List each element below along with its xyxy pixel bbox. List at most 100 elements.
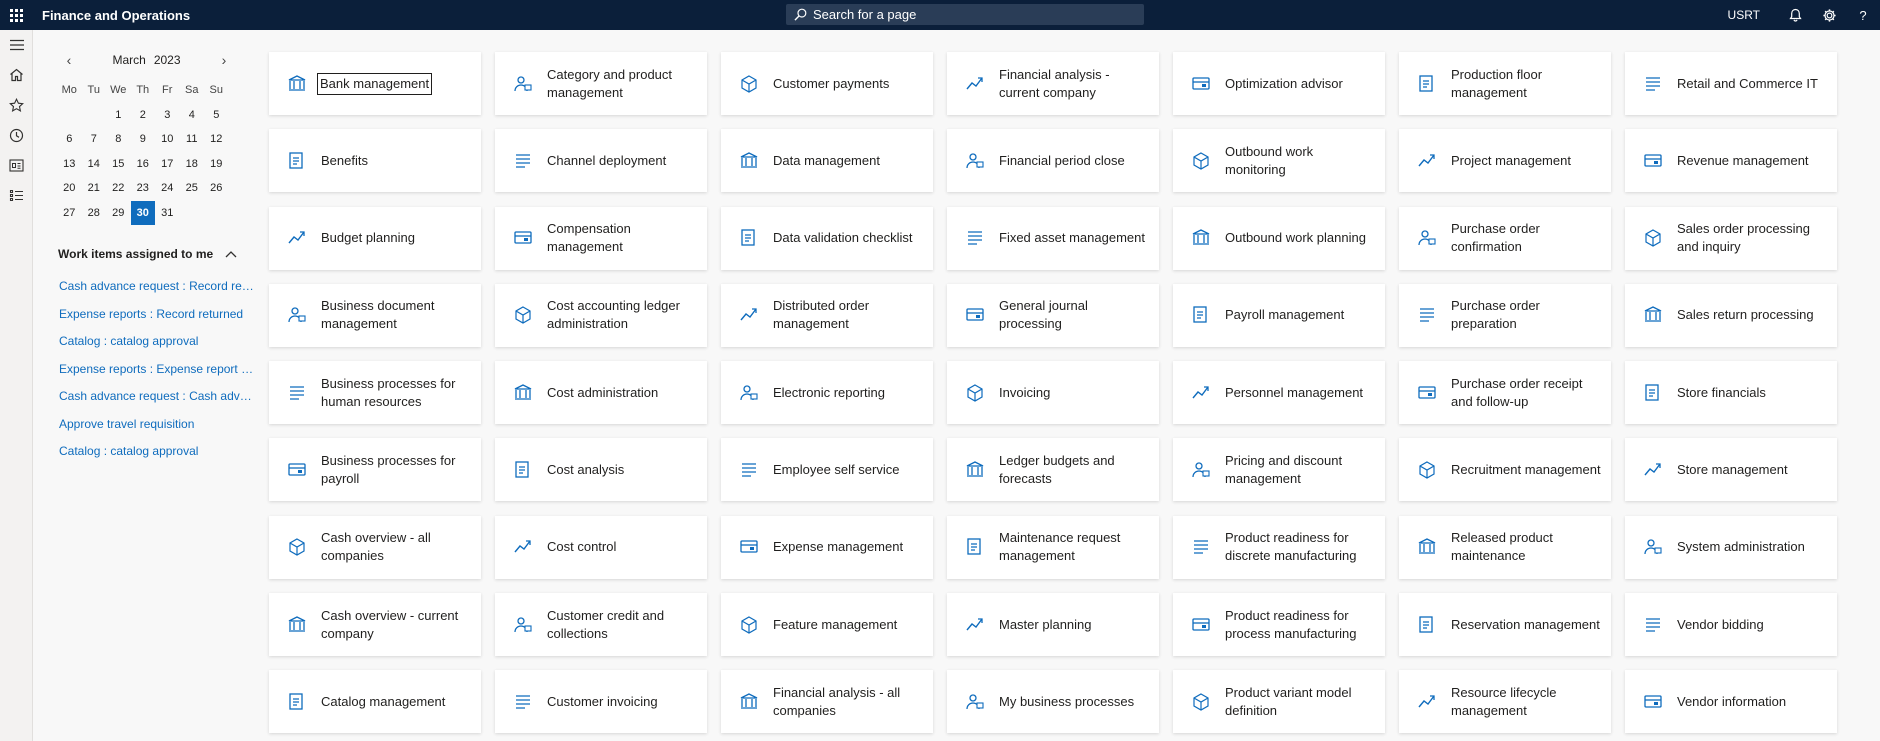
workspace-tile[interactable]: Cash overview - current company xyxy=(269,593,481,657)
work-item-link[interactable]: Expense reports : Expense report a... xyxy=(59,356,254,384)
calendar-day[interactable]: 16 xyxy=(131,152,156,177)
calendar-day[interactable]: 11 xyxy=(180,127,205,152)
workspace-tile[interactable]: Business document management xyxy=(269,283,481,347)
calendar-day[interactable]: 27 xyxy=(57,201,82,226)
workspace-tile[interactable]: Benefits xyxy=(269,129,481,193)
workspace-tile[interactable]: Production floor management xyxy=(1399,52,1611,115)
workspace-tile[interactable]: Fixed asset management xyxy=(947,206,1159,270)
workspace-tile[interactable]: Electronic reporting xyxy=(721,361,933,425)
workspace-tile[interactable]: Project management xyxy=(1399,129,1611,193)
calendar-day[interactable]: 17 xyxy=(155,152,180,177)
workspace-tile[interactable]: General journal processing xyxy=(947,283,1159,347)
recent-clock-icon[interactable] xyxy=(0,120,33,150)
workspaces-icon[interactable] xyxy=(0,150,33,180)
workspace-tile[interactable]: Cost control xyxy=(495,515,707,579)
calendar-day[interactable]: 10 xyxy=(155,127,180,152)
workspace-tile[interactable]: System administration xyxy=(1625,515,1837,579)
workspace-tile[interactable]: Optimization advisor xyxy=(1173,52,1385,115)
calendar-day[interactable]: 1 xyxy=(106,103,131,128)
workspace-tile[interactable]: Catalog management xyxy=(269,670,481,734)
bell-icon[interactable] xyxy=(1778,0,1812,30)
workspace-tile[interactable]: Financial analysis - current company xyxy=(947,52,1159,115)
workspace-tile[interactable]: Cash overview - all companies xyxy=(269,515,481,579)
workspace-tile[interactable]: Channel deployment xyxy=(495,129,707,193)
workspace-tile[interactable]: Data management xyxy=(721,129,933,193)
work-item-link[interactable]: Cash advance request : Record ret... xyxy=(59,273,254,301)
workspace-tile[interactable]: Outbound work planning xyxy=(1173,206,1385,270)
chevron-right-icon[interactable]: › xyxy=(214,52,234,68)
workspace-tile[interactable]: Payroll management xyxy=(1173,283,1385,347)
workspace-tile[interactable]: Feature management xyxy=(721,593,933,657)
company-picker[interactable]: USRT xyxy=(1728,8,1760,22)
help-icon[interactable]: ? xyxy=(1846,0,1880,30)
workspace-tile[interactable]: Cost administration xyxy=(495,361,707,425)
workspace-tile[interactable]: Outbound work monitoring xyxy=(1173,129,1385,193)
work-item-link[interactable]: Cash advance request : Cash advan... xyxy=(59,383,254,411)
calendar-day[interactable]: 30 xyxy=(130,200,155,225)
calendar-day[interactable]: 4 xyxy=(180,103,205,128)
workspace-tile[interactable]: Bank management xyxy=(269,52,481,115)
workspace-tile[interactable]: Business processes for human resources xyxy=(269,361,481,425)
calendar-day[interactable]: 14 xyxy=(82,152,107,177)
star-icon[interactable] xyxy=(0,90,33,120)
calendar-day[interactable]: 15 xyxy=(106,152,131,177)
workspace-tile[interactable]: Recruitment management xyxy=(1399,438,1611,502)
workspace-tile[interactable]: Purchase order receipt and follow-up xyxy=(1399,361,1611,425)
calendar-day[interactable]: 18 xyxy=(180,152,205,177)
workspace-tile[interactable]: Invoicing xyxy=(947,361,1159,425)
workspace-tile[interactable]: Released product maintenance xyxy=(1399,515,1611,579)
workspace-tile[interactable]: Sales order processing and inquiry xyxy=(1625,206,1837,270)
calendar-day[interactable]: 5 xyxy=(204,103,229,128)
calendar-day[interactable]: 20 xyxy=(57,176,82,201)
calendar-day[interactable]: 24 xyxy=(155,176,180,201)
chevron-left-icon[interactable]: ‹ xyxy=(59,52,79,68)
workspace-tile[interactable]: Customer credit and collections xyxy=(495,593,707,657)
workspace-tile[interactable]: Financial period close xyxy=(947,129,1159,193)
workspace-tile[interactable]: Vendor bidding xyxy=(1625,593,1837,657)
work-item-link[interactable]: Expense reports : Record returned xyxy=(59,301,254,329)
calendar-day[interactable]: 28 xyxy=(82,201,107,226)
workspace-tile[interactable]: Store management xyxy=(1625,438,1837,502)
modules-list-icon[interactable] xyxy=(0,180,33,210)
search-input[interactable]: Search for a page xyxy=(786,4,1144,25)
workspace-tile[interactable]: Financial analysis - all companies xyxy=(721,670,933,734)
workspace-tile[interactable]: Ledger budgets and forecasts xyxy=(947,438,1159,502)
workspace-tile[interactable]: Cost accounting ledger administration xyxy=(495,283,707,347)
workspace-tile[interactable]: Purchase order preparation xyxy=(1399,283,1611,347)
hamburger-icon[interactable] xyxy=(0,30,33,60)
calendar-month[interactable]: March xyxy=(112,53,145,67)
workspace-tile[interactable]: Expense management xyxy=(721,515,933,579)
workspace-tile[interactable]: Pricing and discount management xyxy=(1173,438,1385,502)
workspace-tile[interactable]: Personnel management xyxy=(1173,361,1385,425)
workspace-tile[interactable]: Employee self service xyxy=(721,438,933,502)
workspace-tile[interactable]: Vendor information xyxy=(1625,670,1837,734)
home-icon[interactable] xyxy=(0,60,33,90)
workspace-tile[interactable]: Sales return processing xyxy=(1625,283,1837,347)
app-title[interactable]: Finance and Operations xyxy=(42,8,190,23)
workspace-tile[interactable]: Product readiness for process manufactur… xyxy=(1173,593,1385,657)
workspace-tile[interactable]: Reservation management xyxy=(1399,593,1611,657)
workspace-tile[interactable]: Customer invoicing xyxy=(495,670,707,734)
work-item-link[interactable]: Catalog : catalog approval xyxy=(59,438,254,466)
workspace-tile[interactable]: Purchase order confirmation xyxy=(1399,206,1611,270)
gear-icon[interactable] xyxy=(1812,0,1846,30)
calendar-day[interactable]: 19 xyxy=(204,152,229,177)
workspace-tile[interactable]: Resource lifecycle management xyxy=(1399,670,1611,734)
workspace-tile[interactable]: Distributed order management xyxy=(721,283,933,347)
calendar-day[interactable]: 21 xyxy=(82,176,107,201)
calendar-day[interactable]: 29 xyxy=(106,201,131,226)
workspace-tile[interactable]: Cost analysis xyxy=(495,438,707,502)
calendar-year[interactable]: 2023 xyxy=(154,53,181,67)
work-item-link[interactable]: Catalog : catalog approval xyxy=(59,328,254,356)
workspace-tile[interactable]: Category and product management xyxy=(495,52,707,115)
workspace-tile[interactable]: Retail and Commerce IT xyxy=(1625,52,1837,115)
workspace-tile[interactable]: Data validation checklist xyxy=(721,206,933,270)
calendar-day[interactable]: 31 xyxy=(155,201,180,226)
workspace-tile[interactable]: Budget planning xyxy=(269,206,481,270)
workspace-tile[interactable]: Master planning xyxy=(947,593,1159,657)
workspace-tile[interactable]: Product readiness for discrete manufactu… xyxy=(1173,515,1385,579)
workspace-tile[interactable]: Revenue management xyxy=(1625,129,1837,193)
calendar-day[interactable]: 23 xyxy=(131,176,156,201)
calendar-day[interactable]: 26 xyxy=(204,176,229,201)
workspace-tile[interactable]: Product variant model definition xyxy=(1173,670,1385,734)
